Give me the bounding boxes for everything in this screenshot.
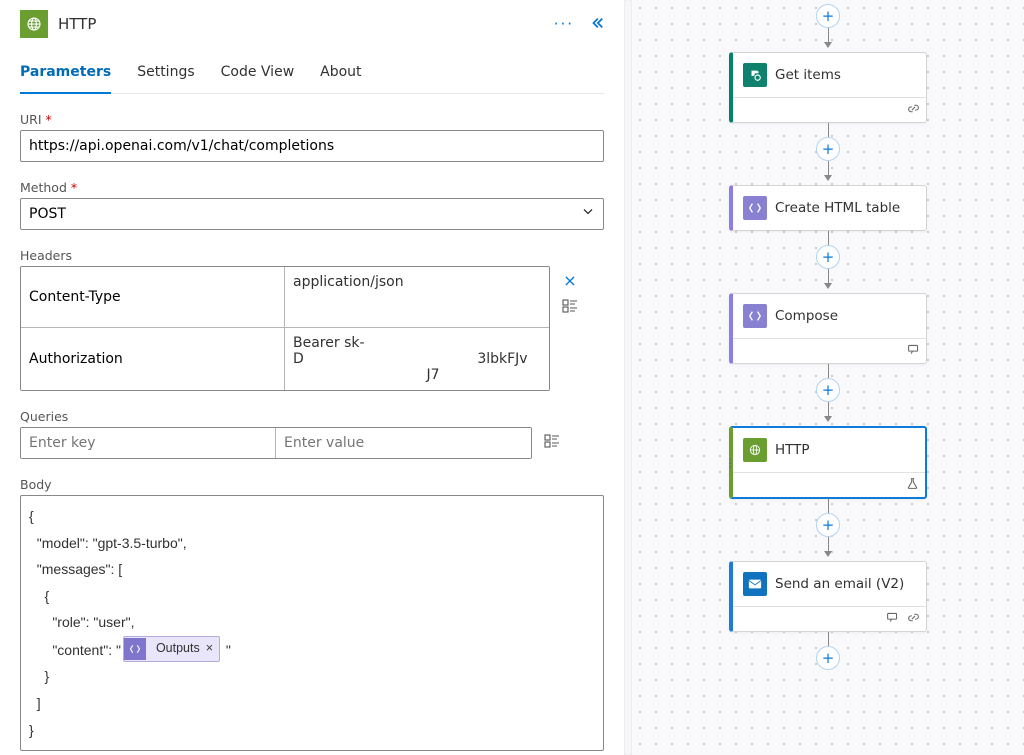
tab-parameters[interactable]: Parameters xyxy=(20,64,111,94)
panel-title: HTTP xyxy=(58,15,96,33)
remove-token-button[interactable]: × xyxy=(206,637,213,661)
switch-to-text-button[interactable] xyxy=(560,296,580,316)
uri-input[interactable] xyxy=(20,130,604,162)
headers-table: application/jsonBearer sk- D 3lbkFJv J7 xyxy=(20,266,550,391)
flow-node-send-an-email-v2-[interactable]: Send an email (V2) xyxy=(729,561,927,632)
switch-to-text-button[interactable] xyxy=(542,431,562,451)
tab-settings[interactable]: Settings xyxy=(137,64,194,93)
method-select[interactable] xyxy=(20,198,604,230)
http-icon xyxy=(20,10,48,38)
queries-label: Queries xyxy=(20,409,604,424)
add-step-button[interactable]: + xyxy=(816,245,840,269)
body-label: Body xyxy=(20,477,604,492)
remove-header-button[interactable]: × xyxy=(560,270,580,290)
dataop-icon xyxy=(743,304,767,328)
comment-icon xyxy=(886,611,899,627)
sharepoint-icon xyxy=(743,63,767,87)
card-title: HTTP xyxy=(775,442,810,458)
card-title: Compose xyxy=(775,308,838,324)
add-step-button[interactable]: + xyxy=(816,646,840,670)
add-step-button[interactable]: + xyxy=(816,137,840,161)
flow-node-compose[interactable]: Compose xyxy=(729,293,927,364)
outputs-token[interactable]: Outputs× xyxy=(123,636,220,662)
dataop-icon xyxy=(743,196,767,220)
http-icon xyxy=(743,438,767,462)
link-icon xyxy=(907,611,920,627)
link-icon xyxy=(907,102,920,118)
header-key-input[interactable] xyxy=(21,328,285,390)
method-label: Method xyxy=(20,180,67,195)
body-editor[interactable]: { "model": "gpt-3.5-turbo", "messages": … xyxy=(20,495,604,751)
tab-code-view[interactable]: Code View xyxy=(221,64,295,93)
card-title: Get items xyxy=(775,67,841,83)
flow-node-http[interactable]: ⋮HTTP xyxy=(729,426,927,499)
header-value-input[interactable]: Bearer sk- D 3lbkFJv J7 xyxy=(285,328,549,390)
headers-label: Headers xyxy=(20,248,604,263)
add-step-button[interactable]: + xyxy=(816,4,840,28)
flask-icon xyxy=(906,477,919,493)
tab-about[interactable]: About xyxy=(320,64,361,93)
queries-table xyxy=(20,427,532,459)
more-menu-button[interactable]: ··· xyxy=(554,15,574,33)
add-step-button[interactable]: + xyxy=(816,513,840,537)
token-label: Outputs xyxy=(156,637,200,661)
flow-node-create-html-table[interactable]: Create HTML table xyxy=(729,185,927,231)
query-value-input[interactable] xyxy=(276,428,531,458)
action-config-panel: HTTP ··· Parameters Settings Code View Abou… xyxy=(0,0,624,755)
add-step-button[interactable]: + xyxy=(816,378,840,402)
comment-icon xyxy=(907,343,920,359)
flow-node-get-items[interactable]: Get items xyxy=(729,52,927,123)
drag-handle[interactable]: ⋮ xyxy=(725,460,736,466)
flow-canvas[interactable]: +Get items+Create HTML table+Compose+⋮HT… xyxy=(632,0,1024,755)
query-key-input[interactable] xyxy=(21,428,276,458)
email-icon xyxy=(743,572,767,596)
pane-divider[interactable] xyxy=(624,0,632,755)
collapse-button[interactable] xyxy=(590,15,604,34)
header-key-input[interactable] xyxy=(21,267,285,327)
card-title: Create HTML table xyxy=(775,200,900,216)
uri-label: URI xyxy=(20,112,42,127)
header-value-input[interactable]: application/json xyxy=(285,267,549,327)
card-title: Send an email (V2) xyxy=(775,576,904,592)
